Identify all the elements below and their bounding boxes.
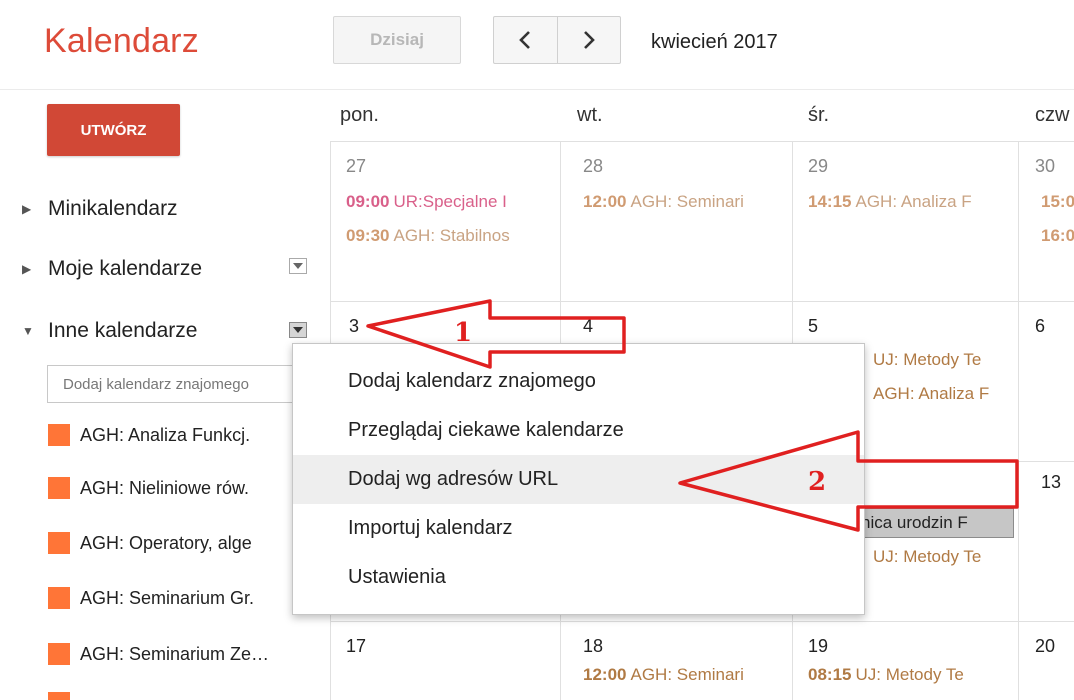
calendar-list-item[interactable]: AGH: Analiza Funkcj. [48, 424, 250, 446]
today-button[interactable]: Dzisiaj [333, 16, 461, 64]
grid-line [330, 141, 1074, 142]
weekday-header: pon. [340, 104, 379, 126]
day-number[interactable]: 27 [346, 156, 366, 177]
calendar-list-item[interactable]: AGH: Seminarium Gr. [48, 587, 254, 609]
day-number[interactable]: 18 [583, 636, 603, 657]
calendar-color-swatch [48, 477, 70, 499]
calendar-label: AGH: Seminarium Gr. [80, 587, 255, 608]
expand-arrow-icon: ▶ [22, 202, 32, 216]
calendar-list-item[interactable] [48, 692, 80, 700]
chevron-right-icon [583, 31, 595, 49]
my-calendars-toggle[interactable]: ▶ Moje kalendarze [22, 257, 202, 281]
dropdown-arrow-icon [293, 263, 303, 269]
app-title[interactable]: Kalendarz [44, 22, 199, 61]
section-label: Inne kalendarze [48, 319, 198, 342]
grid-line [330, 621, 1074, 622]
next-period-button[interactable] [556, 17, 621, 63]
menu-item-add-by-url[interactable]: Dodaj wg adresów URL [293, 455, 864, 504]
section-label: Minikalendarz [48, 197, 178, 220]
annotation-label: 1 [454, 318, 473, 348]
calendar-event[interactable]: 09:30 AGH: Stabilnos [346, 226, 558, 246]
day-number[interactable]: 13 [1041, 472, 1061, 493]
add-friend-calendar-input[interactable] [47, 365, 307, 403]
calendar-event[interactable]: 12:00 AGH: Seminari [583, 665, 789, 685]
grid-line [330, 301, 1074, 302]
chevron-left-icon [519, 31, 531, 49]
section-label: Moje kalendarze [48, 257, 203, 280]
calendar-event[interactable]: 12:00 AGH: Seminari [583, 192, 789, 212]
day-number[interactable]: 4 [583, 316, 593, 337]
day-number[interactable]: 20 [1035, 636, 1055, 657]
date-navigation [493, 16, 621, 64]
day-number[interactable]: 3 [349, 316, 359, 337]
calendar-event[interactable]: 14:15 AGH: Analiza F [808, 192, 1016, 212]
day-number[interactable]: 17 [346, 636, 366, 657]
current-period: kwiecień 2017 [651, 31, 778, 53]
calendar-event[interactable]: 09:00 UR:Specjalne I [346, 192, 558, 212]
weekday-header: wt. [577, 104, 603, 126]
calendar-list-item[interactable]: AGH: Nieliniowe rów. [48, 477, 249, 499]
calendar-label: AGH: Nieliniowe rów. [80, 477, 250, 498]
grid-line [1018, 141, 1019, 700]
menu-item-add-friend-calendar[interactable]: Dodaj kalendarz znajomego [293, 357, 864, 406]
expand-arrow-icon: ▶ [22, 262, 32, 276]
calendar-color-swatch [48, 424, 70, 446]
menu-item-import-calendar[interactable]: Importuj kalendarz [293, 504, 864, 553]
day-number[interactable]: 29 [808, 156, 828, 177]
calendar-list-item[interactable]: AGH: Seminarium Ze… [48, 643, 269, 665]
create-button[interactable]: UTWÓRZ [47, 104, 180, 156]
header-divider [0, 89, 1074, 90]
other-calendars-dropdown-button[interactable] [289, 322, 307, 338]
day-number[interactable]: 5 [808, 316, 818, 337]
calendar-event[interactable]: 08:15 UJ: Metody Te [808, 665, 1016, 685]
other-calendars-menu: Dodaj kalendarz znajomego Przeglądaj cie… [292, 343, 865, 615]
calendar-event[interactable]: AGH: Analiza F [873, 384, 1016, 404]
weekday-header: śr. [808, 104, 830, 126]
minicalendar-toggle[interactable]: ▶ Minikalendarz [22, 197, 178, 221]
calendar-color-swatch [48, 587, 70, 609]
calendar-label: AGH: Seminarium Ze… [80, 643, 270, 664]
dropdown-arrow-icon [293, 327, 303, 333]
day-number[interactable]: 6 [1035, 316, 1045, 337]
calendar-label: AGH: Operatory, alge [80, 532, 252, 553]
annotation-label: 2 [808, 467, 827, 497]
previous-period-button[interactable] [494, 17, 557, 63]
menu-item-settings[interactable]: Ustawienia [293, 553, 864, 602]
menu-item-browse-calendars[interactable]: Przeglądaj ciekawe kalendarze [293, 406, 864, 455]
calendar-event[interactable]: nica urodzin F [852, 508, 1014, 538]
calendar-list-item[interactable]: AGH: Operatory, alge [48, 532, 252, 554]
calendar-event[interactable]: 15:0 [1041, 192, 1074, 212]
calendar-event[interactable]: 16:0 [1041, 226, 1074, 246]
other-calendars-toggle[interactable]: ▼ Inne kalendarze [22, 319, 197, 343]
calendar-color-swatch [48, 643, 70, 665]
calendar-event[interactable]: UJ: Metody Te [873, 547, 1016, 567]
calendar-label: AGH: Analiza Funkcj. [80, 424, 251, 445]
calendar-color-swatch [48, 532, 70, 554]
weekday-header: czw [1035, 104, 1070, 126]
my-calendars-dropdown-button[interactable] [289, 258, 307, 274]
collapse-arrow-icon: ▼ [22, 324, 34, 338]
calendar-color-swatch [48, 692, 70, 700]
day-number[interactable]: 30 [1035, 156, 1055, 177]
calendar-event[interactable]: UJ: Metody Te [873, 350, 1016, 370]
day-number[interactable]: 28 [583, 156, 603, 177]
day-number[interactable]: 19 [808, 636, 828, 657]
